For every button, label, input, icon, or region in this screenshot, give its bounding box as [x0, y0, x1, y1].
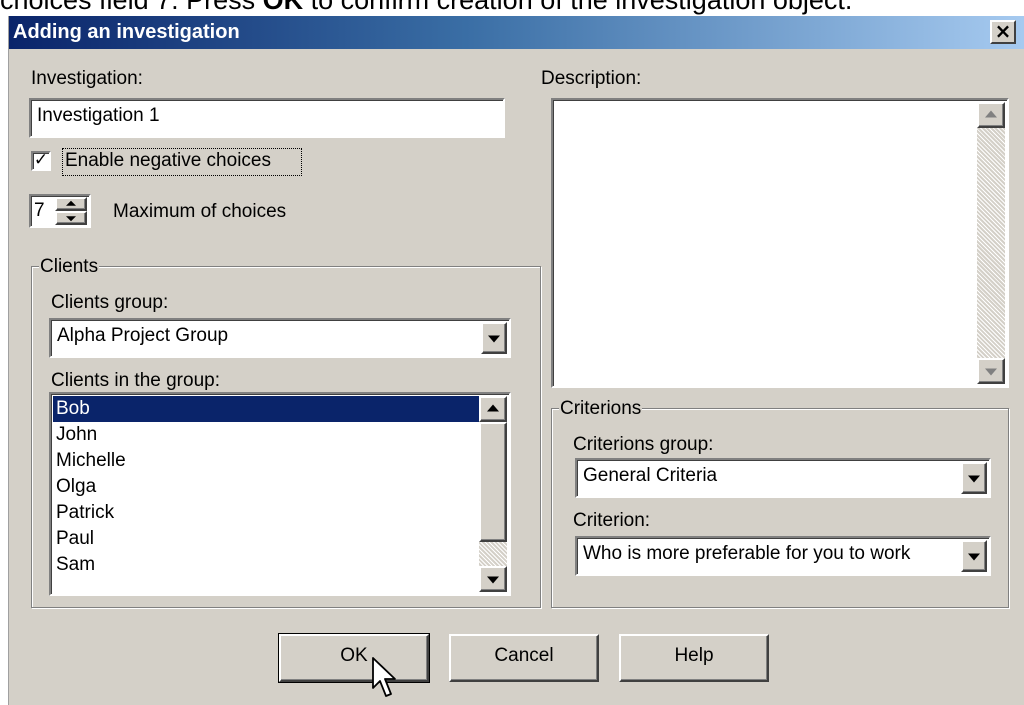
clients-scroll-down-button[interactable] [479, 566, 507, 592]
list-item-olga[interactable]: Olga [53, 474, 479, 500]
criterions-group-dropdown-button[interactable] [961, 462, 987, 494]
investigation-name-input[interactable]: Investigation 1 [29, 98, 505, 138]
chevron-down-icon [488, 335, 500, 343]
negative-choices-label[interactable]: Enable negative choices [65, 150, 271, 172]
chevron-down-icon [968, 475, 980, 483]
criterion-dropdown[interactable]: Who is more preferable for you to work [575, 536, 991, 576]
dialog-title-bar[interactable]: Adding an investigation × [9, 16, 1024, 49]
investigation-label: Investigation: [31, 68, 143, 89]
checkmark-icon: ✓ [33, 150, 49, 170]
investigation-name-value: Investigation 1 [37, 105, 160, 126]
spin-down-button[interactable] [55, 211, 87, 225]
description-label: Description: [541, 68, 642, 89]
description-scroll-up-button[interactable] [977, 102, 1005, 128]
list-item-sam[interactable]: Sam [53, 552, 479, 578]
clients-group-dropdown[interactable]: Alpha Project Group [49, 318, 511, 358]
criterions-group-title: Criterions [559, 398, 643, 420]
spin-up-icon [66, 200, 76, 206]
instruction-caption: choices field 7. Press OK to confirm cre… [0, 0, 853, 15]
help-button[interactable]: Help [619, 634, 769, 682]
mouse-pointer-icon [372, 657, 396, 697]
description-scroll-down-button[interactable] [977, 358, 1005, 384]
arrow-up-icon [985, 110, 997, 118]
clients-group-label: Clients group: [51, 292, 169, 313]
clients-listbox[interactable]: Bob John Michelle Olga Patrick Paul Sam [49, 392, 511, 596]
close-icon: × [994, 19, 1012, 43]
list-item-michelle[interactable]: Michelle [53, 448, 479, 474]
arrow-up-icon [487, 404, 499, 412]
description-scrollbar[interactable] [977, 102, 1005, 384]
adding-investigation-dialog: Adding an investigation × Investigation:… [8, 16, 1024, 705]
list-item-patrick[interactable]: Patrick [53, 500, 479, 526]
list-item-paul[interactable]: Paul [53, 526, 479, 552]
criterion-dropdown-button[interactable] [961, 540, 987, 572]
chevron-down-icon [968, 553, 980, 561]
negative-choices-checkbox[interactable]: ✓ [31, 151, 51, 171]
list-item-bob[interactable]: Bob [53, 396, 479, 422]
list-item-john[interactable]: John [53, 422, 479, 448]
max-choices-value: 7 [34, 200, 45, 221]
criterions-group-dropdown[interactable]: General Criteria [575, 458, 991, 498]
arrow-down-icon [487, 576, 499, 584]
arrow-down-icon [985, 368, 997, 376]
spin-up-button[interactable] [55, 197, 87, 211]
clients-group-dropdown-button[interactable] [481, 322, 507, 354]
clients-scroll-thumb[interactable] [479, 422, 507, 542]
cancel-button[interactable]: Cancel [449, 634, 599, 682]
close-button[interactable]: × [990, 20, 1016, 44]
spin-down-icon [66, 216, 76, 222]
clients-list-label: Clients in the group: [51, 370, 220, 391]
clients-group-title: Clients [39, 256, 100, 278]
max-choices-label: Maximum of choices [113, 201, 287, 222]
criterions-group-label: Criterions group: [573, 434, 714, 455]
criterion-value: Who is more preferable for you to work [583, 543, 911, 564]
dialog-title: Adding an investigation [13, 21, 240, 43]
criterions-group-value: General Criteria [583, 465, 718, 486]
clients-scroll-up-button[interactable] [479, 396, 507, 422]
description-textarea[interactable] [551, 98, 1009, 388]
ok-button[interactable]: OK [278, 633, 430, 683]
clients-group-value: Alpha Project Group [57, 325, 229, 346]
criterion-label: Criterion: [573, 510, 651, 531]
max-choices-spinner[interactable]: 7 [29, 194, 91, 228]
